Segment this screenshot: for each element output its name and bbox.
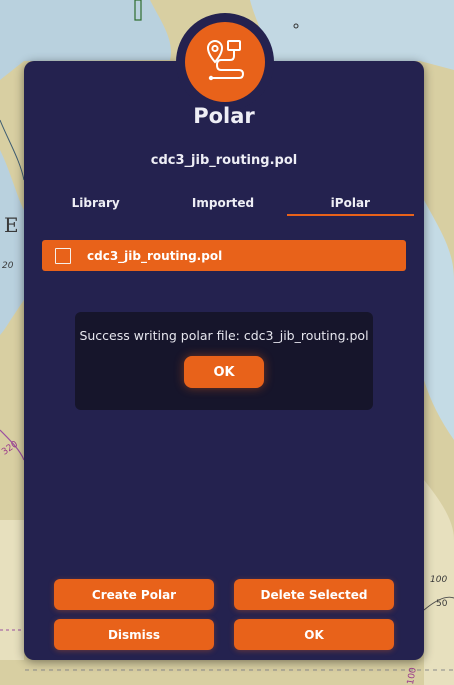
route-icon xyxy=(206,40,245,81)
map-label: E xyxy=(4,213,19,237)
success-message-text: Success writing polar file: cdc3_jib_rou… xyxy=(79,328,369,343)
map-label: 50 xyxy=(436,599,448,609)
delete-selected-button[interactable]: Delete Selected xyxy=(234,579,394,610)
dialog-icon-badge xyxy=(176,13,274,111)
file-checkbox[interactable] xyxy=(55,247,71,264)
selected-polar-filename: cdc3_jib_routing.pol xyxy=(150,153,298,168)
map-label: 20 xyxy=(2,261,14,271)
create-polar-button[interactable]: Create Polar xyxy=(54,579,214,610)
source-tabs: Library Imported iPolar xyxy=(32,194,414,216)
ok-button[interactable]: OK xyxy=(234,619,394,650)
map-label: 320 xyxy=(0,439,20,457)
tab-ipolar[interactable]: iPolar xyxy=(286,194,414,216)
dismiss-button[interactable]: Dismiss xyxy=(54,619,214,650)
map-label: 100 xyxy=(406,667,419,685)
map-label: 100 xyxy=(430,575,447,585)
tab-imported[interactable]: Imported xyxy=(159,194,286,216)
tab-library[interactable]: Library xyxy=(32,194,159,216)
message-ok-button[interactable]: OK xyxy=(184,356,264,388)
route-icon-circle xyxy=(185,22,265,102)
file-name: cdc3_jib_routing.pol xyxy=(87,248,223,263)
polar-file-row[interactable]: cdc3_jib_routing.pol xyxy=(42,240,406,271)
dialog-title: Polar xyxy=(193,104,255,128)
success-message-box: Success writing polar file: cdc3_jib_rou… xyxy=(75,312,373,410)
